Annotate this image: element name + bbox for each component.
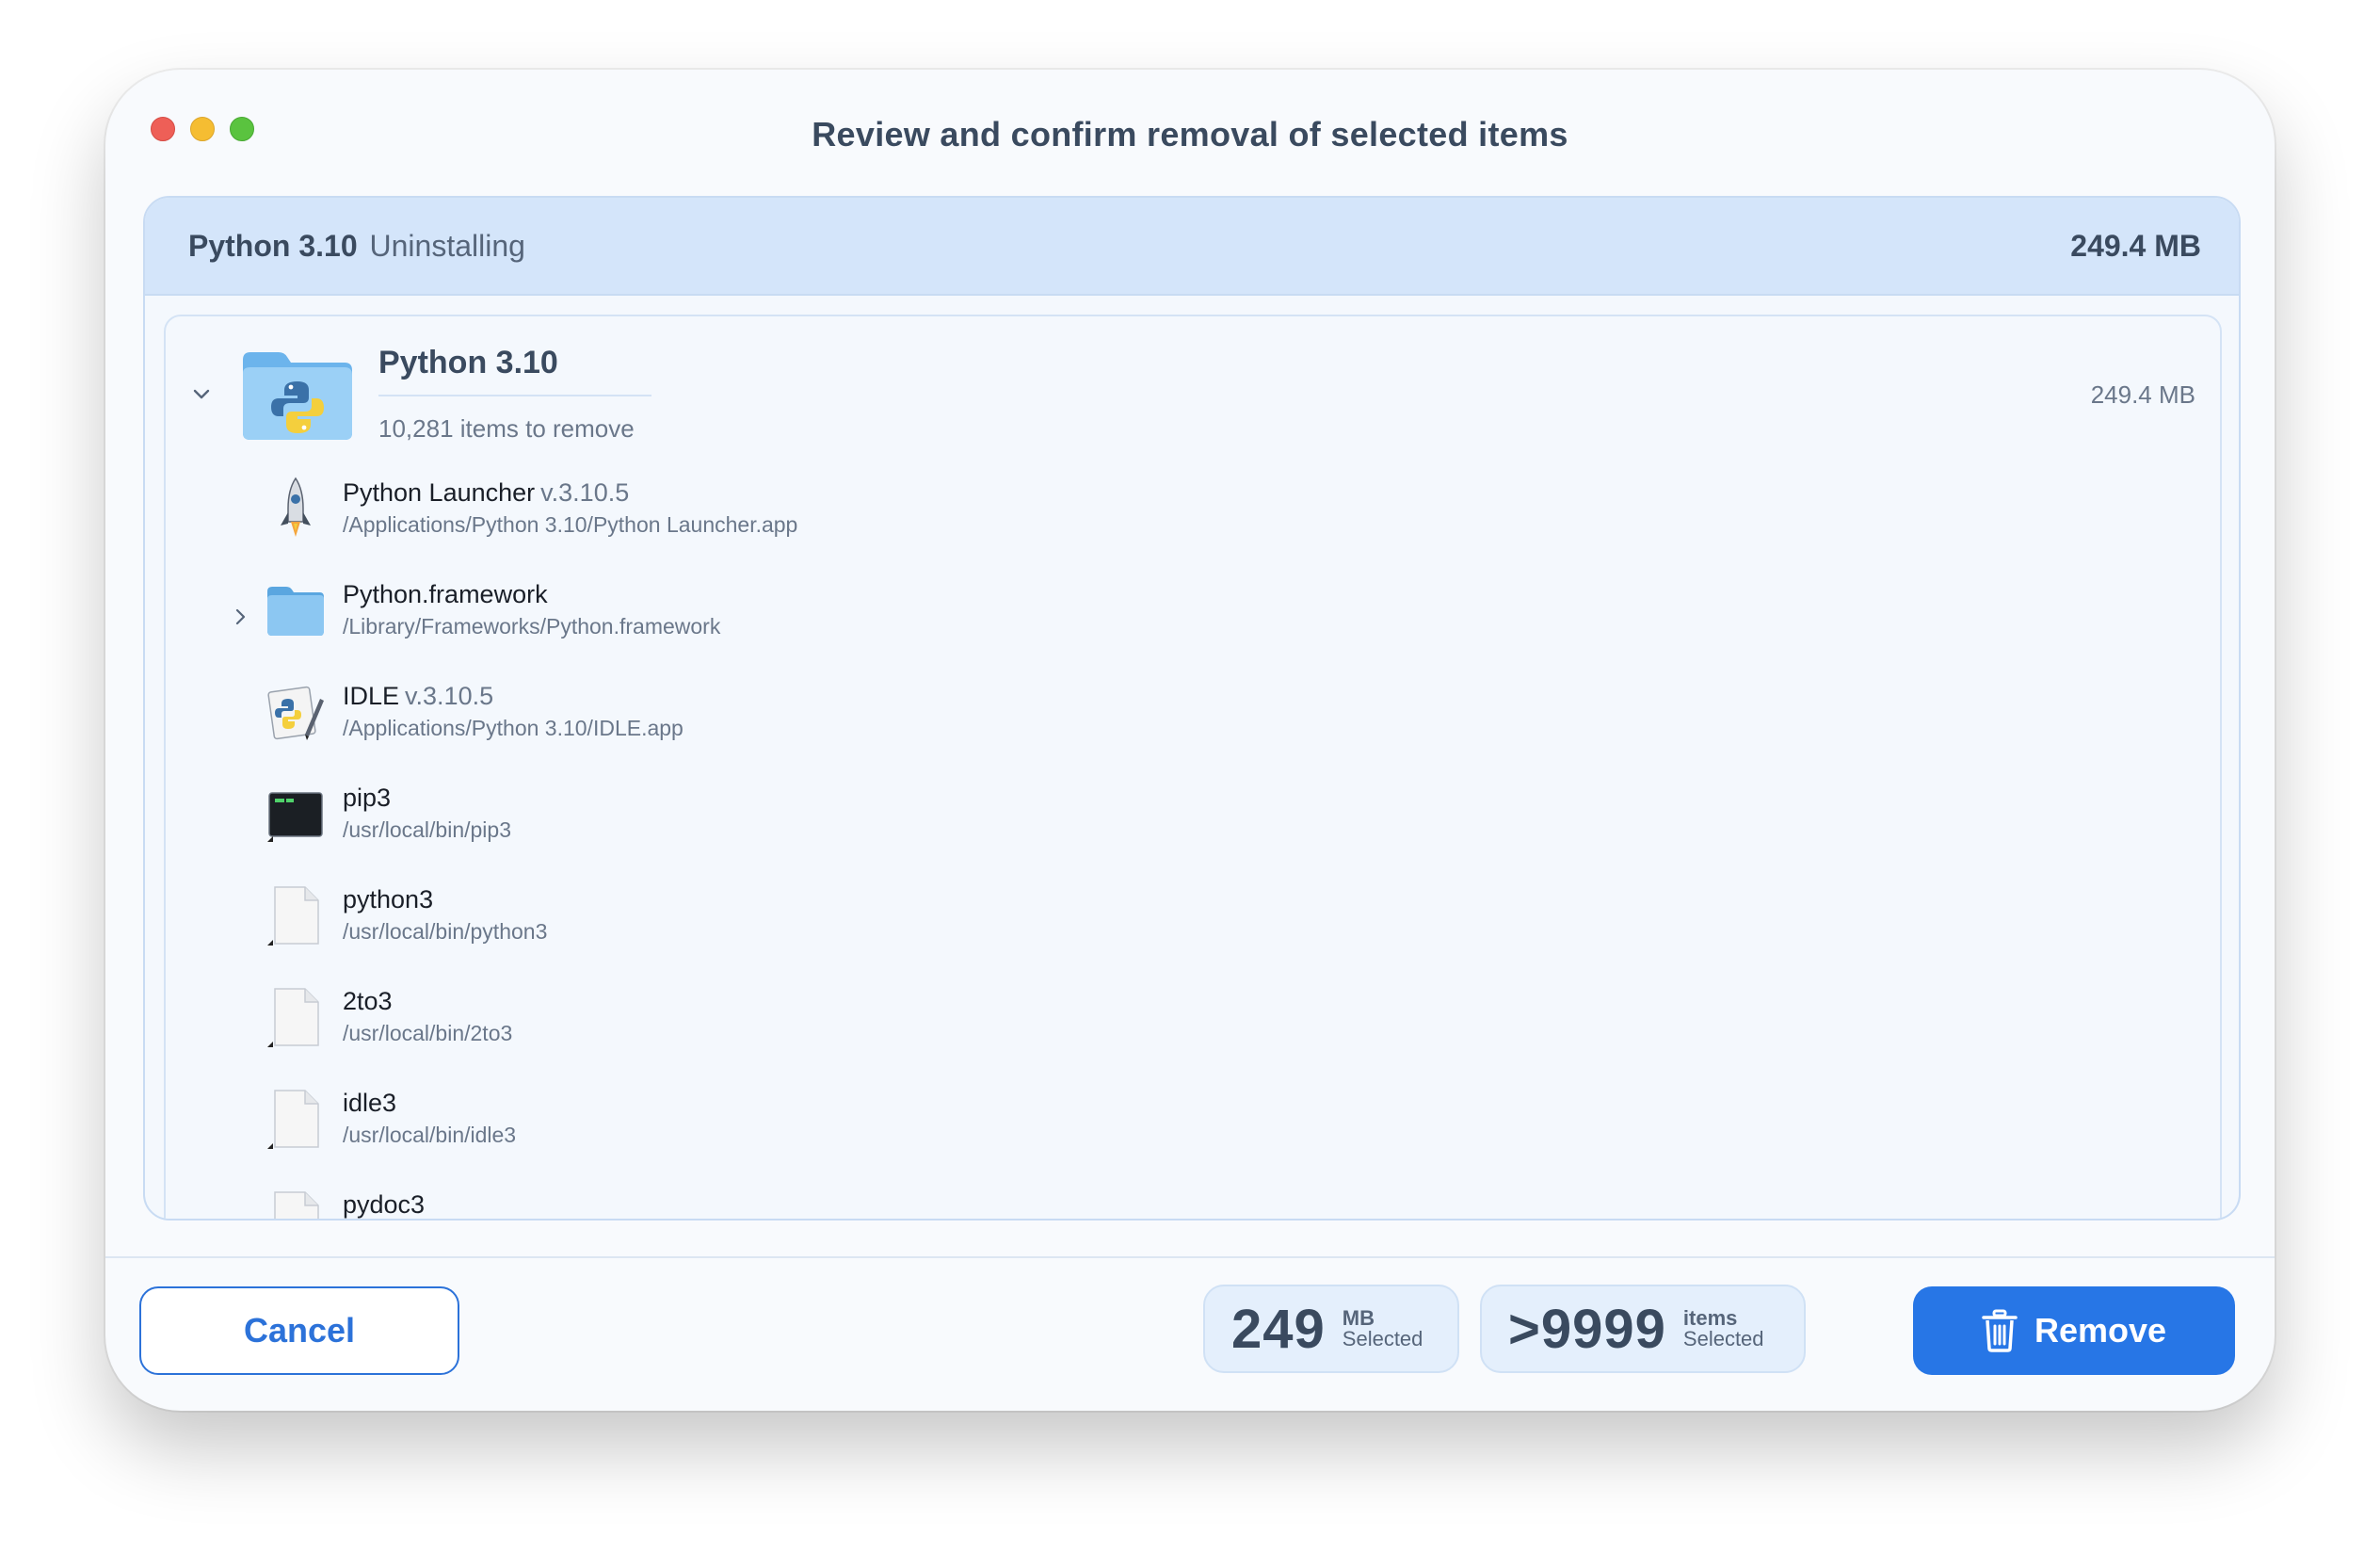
item-path: /usr/local/bin/python3	[343, 919, 548, 944]
list-item[interactable]: pydoc3	[166, 1179, 2220, 1219]
rocket-icon	[281, 477, 311, 537]
uninstall-confirm-window: Review and confirm removal of selected i…	[105, 70, 2275, 1411]
item-name: Python.framework	[343, 580, 548, 608]
footer-divider	[105, 1256, 2275, 1258]
item-name: pydoc3	[343, 1190, 426, 1219]
item-name: IDLE	[343, 682, 400, 710]
list-item[interactable]: Python.framework /Library/Frameworks/Pyt…	[166, 569, 2220, 671]
document-alias-icon	[267, 988, 319, 1047]
group-name: Python 3.10	[378, 345, 651, 396]
document-alias-icon	[274, 1191, 319, 1219]
chevron-right-icon[interactable]	[228, 605, 252, 629]
panel-header: Python 3.10 Uninstalling 249.4 MB	[145, 198, 2239, 296]
item-path: /usr/local/bin/2to3	[343, 1021, 513, 1045]
cancel-button[interactable]: Cancel	[139, 1286, 459, 1375]
list-item[interactable]: pip3 /usr/local/bin/pip3	[166, 772, 2220, 874]
items-list[interactable]: Python 3.10 10,281 items to remove 249.4…	[164, 315, 2222, 1219]
item-name: pip3	[343, 784, 392, 812]
item-path: /Applications/Python 3.10/Python Launche…	[343, 512, 798, 537]
total-size: 249.4 MB	[2070, 228, 2201, 263]
item-version: v.3.10.5	[405, 682, 494, 710]
window-title: Review and confirm removal of selected i…	[812, 115, 1568, 154]
item-path: /Library/Frameworks/Python.framework	[343, 614, 721, 639]
item-name: idle3	[343, 1089, 397, 1117]
item-path: /Applications/Python 3.10/IDLE.app	[343, 716, 683, 740]
item-path: /usr/local/bin/idle3	[343, 1123, 517, 1147]
list-item[interactable]: Python Launcher v.3.10.5 /Applications/Py…	[166, 467, 2220, 569]
group-size: 249.4 MB	[2090, 380, 2195, 409]
item-version: v.3.10.5	[540, 478, 630, 507]
idle-app-icon	[267, 686, 324, 740]
uninstall-status: Uninstalling	[369, 228, 525, 263]
list-item[interactable]: idle3 /usr/local/bin/idle3	[166, 1077, 2220, 1179]
list-item[interactable]: python3 /usr/local/bin/python3	[166, 874, 2220, 976]
document-alias-icon	[267, 1090, 319, 1149]
items-selected-value: >9999	[1508, 1298, 1666, 1360]
size-selected-value: 249	[1231, 1298, 1326, 1360]
item-path: /usr/local/bin/pip3	[343, 817, 511, 842]
uninstall-panel: Python 3.10 Uninstalling 249.4 MB Python	[143, 196, 2241, 1221]
folder-icon	[267, 587, 324, 636]
document-alias-icon	[267, 886, 319, 946]
size-selected-unit: MB	[1342, 1306, 1375, 1330]
items-selected-unit: items	[1682, 1306, 1738, 1330]
remove-button[interactable]: Remove	[1913, 1286, 2235, 1375]
item-name: 2to3	[343, 987, 393, 1015]
terminal-exec-icon	[267, 792, 323, 842]
size-selected-stat: 249 MB Selected	[1203, 1285, 1459, 1373]
items-selected-stat: >9999 items Selected	[1480, 1285, 1806, 1373]
python-folder-icon	[243, 352, 352, 440]
group-row[interactable]: Python 3.10 10,281 items to remove 249.4…	[166, 316, 2220, 467]
list-item[interactable]: 2to3 /usr/local/bin/2to3	[166, 976, 2220, 1077]
app-name: Python 3.10	[188, 228, 358, 263]
items-selected-label: Selected	[1682, 1327, 1764, 1350]
list-item[interactable]: IDLE v.3.10.5 /Applications/Python 3.10/I…	[166, 671, 2220, 772]
item-name: python3	[343, 885, 434, 913]
size-selected-label: Selected	[1342, 1327, 1423, 1350]
chevron-down-icon[interactable]	[186, 379, 217, 409]
remove-button-label: Remove	[2034, 1311, 2167, 1350]
trash-icon	[1982, 1309, 2018, 1352]
item-name: Python Launcher	[343, 478, 536, 507]
group-item-count: 10,281 items to remove	[378, 414, 635, 443]
